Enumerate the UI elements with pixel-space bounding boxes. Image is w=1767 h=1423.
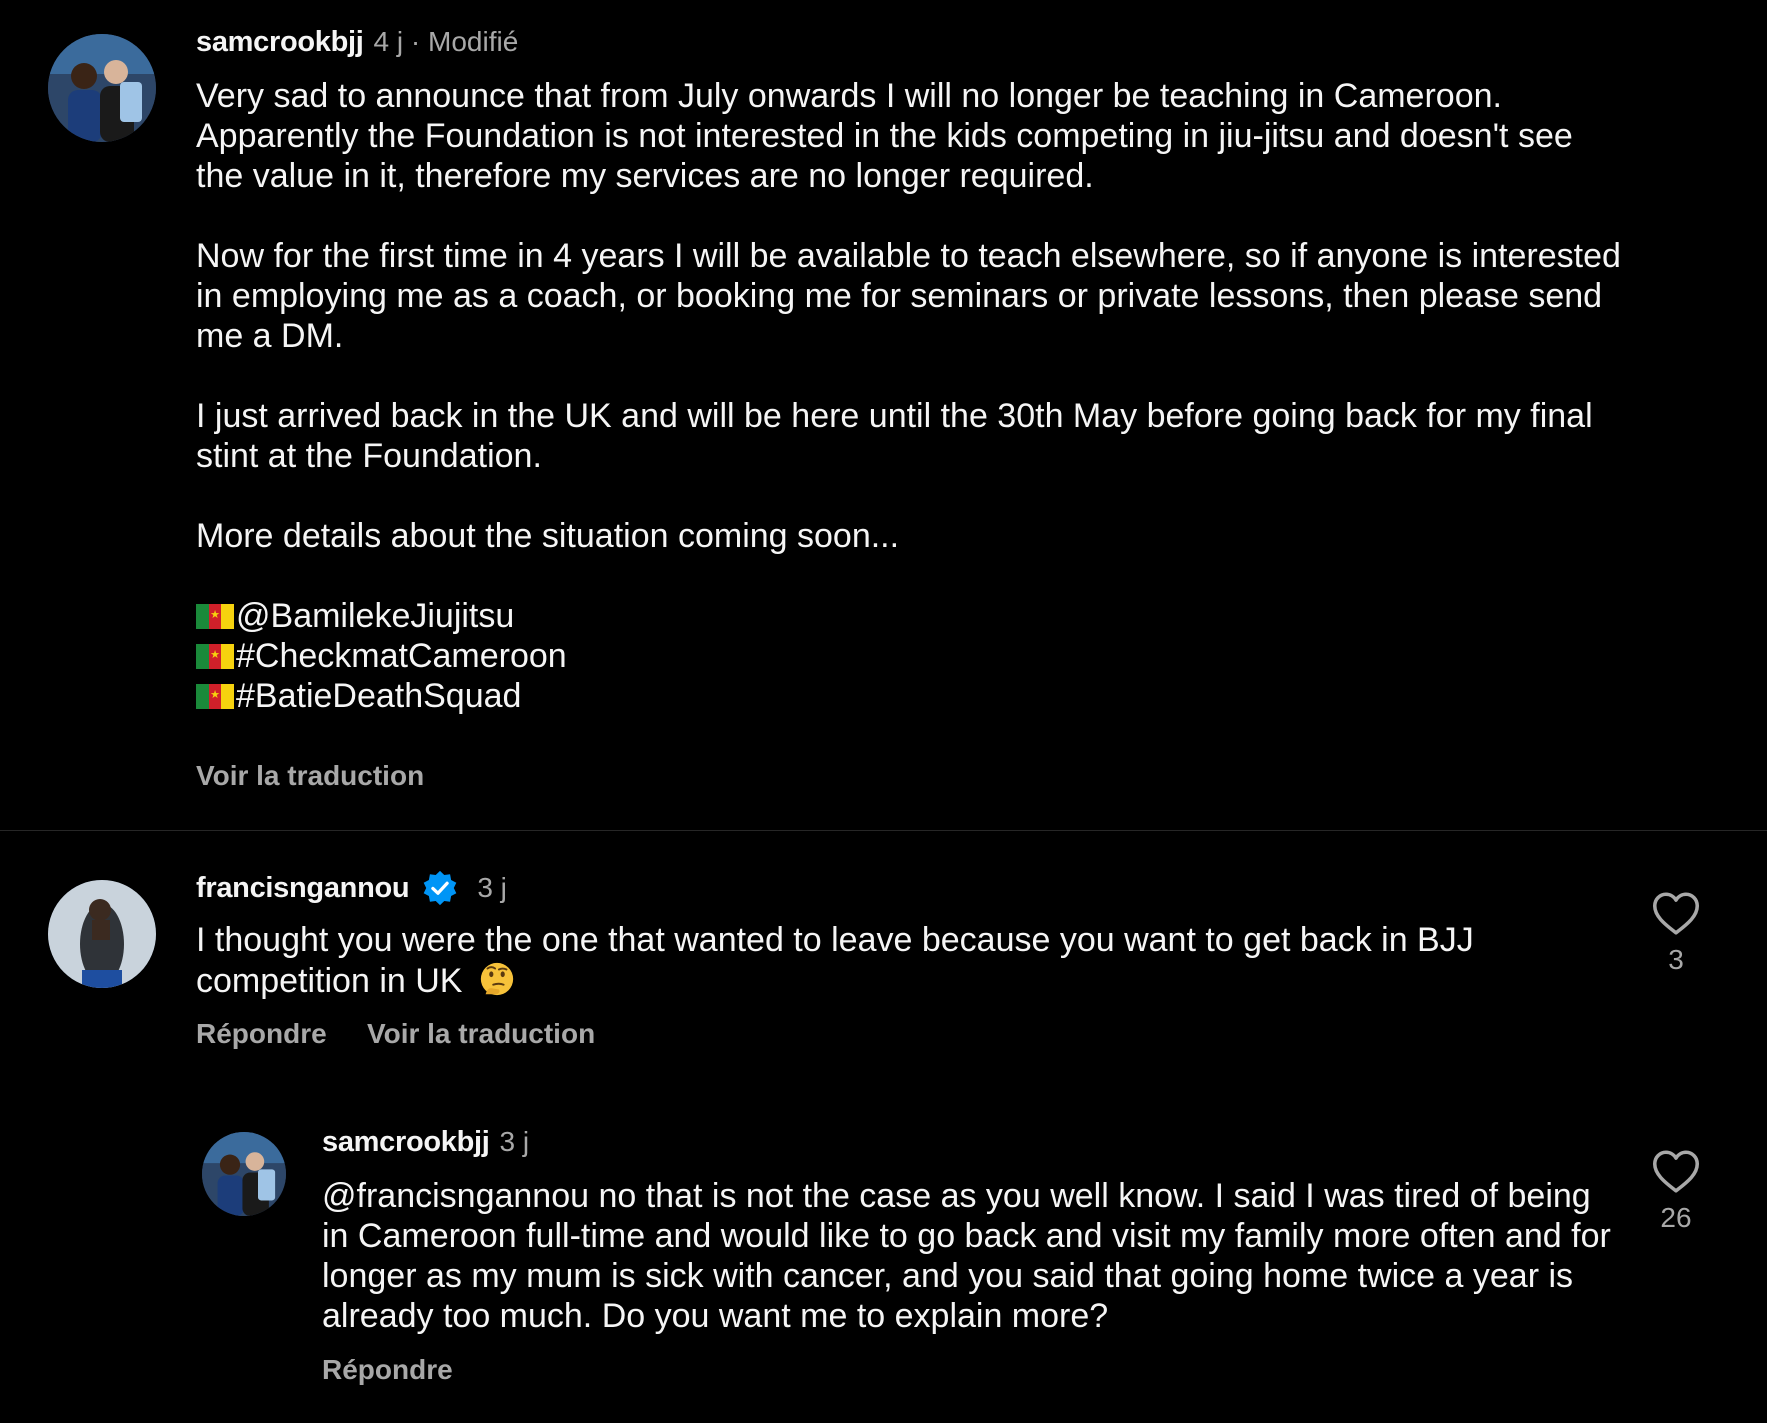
post-see-translation[interactable]: Voir la traduction: [196, 760, 424, 792]
divider: [0, 830, 1767, 831]
comment-username[interactable]: francisngannou: [196, 872, 410, 905]
cameroon-flag-icon: [196, 683, 235, 709]
tag-line: #BatieDeathSquad: [196, 676, 1626, 716]
comment-see-translation[interactable]: Voir la traduction: [367, 1018, 595, 1050]
like-count: 26: [1660, 1202, 1692, 1233]
post-username[interactable]: samcrookbjj: [196, 26, 364, 59]
post-avatar[interactable]: [48, 34, 156, 142]
reply-reply-button[interactable]: Répondre: [322, 1354, 453, 1386]
cameroon-flag-icon: [196, 603, 235, 629]
tag-link[interactable]: @BamilekeJiujitsu: [236, 596, 514, 636]
caption-paragraph: Now for the first time in 4 years I will…: [196, 237, 1621, 355]
tag-link[interactable]: #CheckmatCameroon: [236, 636, 567, 676]
post-timestamp: 4 j · Modifié: [373, 26, 519, 57]
caption-tags: @BamilekeJiujitsu #CheckmatCameroon #Bat…: [196, 596, 1626, 716]
tag-link[interactable]: #BatieDeathSquad: [236, 676, 521, 716]
comment-text: I thought you were the one that wanted t…: [196, 920, 1596, 1001]
heart-outline-icon[interactable]: [1651, 1148, 1701, 1194]
comment-reply-button[interactable]: Répondre: [196, 1018, 327, 1050]
comment-text-content: I thought you were the one that wanted t…: [196, 921, 1474, 1000]
cameroon-flag-icon: [196, 643, 235, 669]
tag-line: @BamilekeJiujitsu: [196, 596, 1626, 636]
like-count: 3: [1668, 944, 1684, 975]
tag-line: #CheckmatCameroon: [196, 636, 1626, 676]
caption-paragraph: Very sad to announce that from July onwa…: [196, 77, 1573, 195]
comment-like: 3: [1649, 890, 1703, 976]
caption-paragraph: More details about the situation coming …: [196, 517, 900, 555]
reply-text: @francisngannou no that is not the case …: [322, 1177, 1611, 1335]
reply-avatar[interactable]: [202, 1132, 286, 1216]
verified-badge-icon: [423, 870, 457, 906]
comment-timestamp: 3 j: [477, 872, 507, 903]
thinking-face-emoji: [480, 962, 514, 996]
comment-avatar[interactable]: [48, 880, 156, 988]
heart-outline-icon[interactable]: [1651, 890, 1701, 936]
caption-paragraph: I just arrived back in the UK and will b…: [196, 397, 1593, 475]
reply-like: 26: [1649, 1148, 1703, 1234]
reply-username[interactable]: samcrookbjj: [322, 1126, 490, 1159]
post-caption: Very sad to announce that from July onwa…: [196, 76, 1626, 716]
reply-timestamp: 3 j: [499, 1126, 530, 1157]
